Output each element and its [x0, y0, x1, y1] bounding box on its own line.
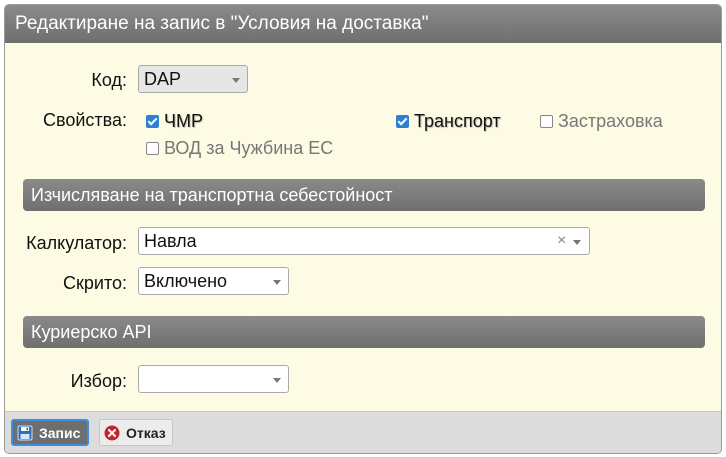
checkbox-chmr[interactable]: ЧМР — [146, 111, 203, 132]
checkbox-insurance[interactable]: Застраховка — [540, 111, 663, 132]
section-transport-cost: Изчисляване на транспортна себестойност — [23, 179, 705, 211]
cancel-button-label: Отказ — [126, 424, 166, 441]
chevron-down-icon — [273, 378, 281, 383]
clear-icon[interactable]: × — [557, 228, 566, 254]
cancel-button[interactable]: Отказ — [99, 419, 173, 446]
choice-label: Избор: — [70, 371, 127, 391]
checkbox-vod-eu[interactable]: ВОД за Чужбина ЕС — [146, 138, 333, 159]
save-button-label: Запис — [39, 424, 81, 441]
hidden-select[interactable]: Включено — [138, 267, 289, 295]
hidden-value: Включено — [144, 271, 228, 291]
checkbox-checked-icon — [396, 115, 409, 128]
checkbox-unchecked-icon — [146, 142, 159, 155]
checkbox-checked-icon — [146, 115, 159, 128]
dialog-title: Редактиране на запис в "Условия на доста… — [5, 5, 721, 43]
close-circle-icon — [104, 425, 120, 441]
checkbox-vod-eu-label: ВОД за Чужбина ЕС — [164, 138, 334, 158]
checkbox-transport-label: Транспорт — [414, 111, 501, 131]
dialog-footer: Запис Отказ — [5, 411, 721, 453]
code-select[interactable]: DAP — [138, 65, 248, 93]
checkbox-transport[interactable]: Транспорт — [396, 111, 501, 132]
save-button[interactable]: Запис — [11, 419, 89, 446]
floppy-disk-icon — [17, 425, 33, 441]
properties-label: Свойства: — [42, 110, 127, 130]
calculator-label: Калкулатор: — [26, 233, 127, 253]
calculator-select[interactable]: Навла × — [138, 227, 590, 255]
chevron-down-icon — [273, 280, 281, 285]
checkbox-chmr-label: ЧМР — [164, 111, 203, 131]
edit-dialog: Редактиране на запис в "Условия на доста… — [4, 4, 722, 454]
chevron-down-icon — [232, 78, 240, 83]
choice-select[interactable] — [138, 365, 289, 393]
code-value: DAP — [144, 69, 182, 89]
checkbox-unchecked-icon — [540, 115, 553, 128]
calculator-value: Навла — [144, 231, 197, 251]
code-label: Код: — [91, 70, 127, 90]
checkbox-insurance-label: Застраховка — [558, 111, 663, 131]
hidden-label: Скрито: — [63, 273, 127, 293]
chevron-down-icon — [573, 240, 581, 245]
section-courier-api: Куриерско API — [23, 316, 705, 348]
